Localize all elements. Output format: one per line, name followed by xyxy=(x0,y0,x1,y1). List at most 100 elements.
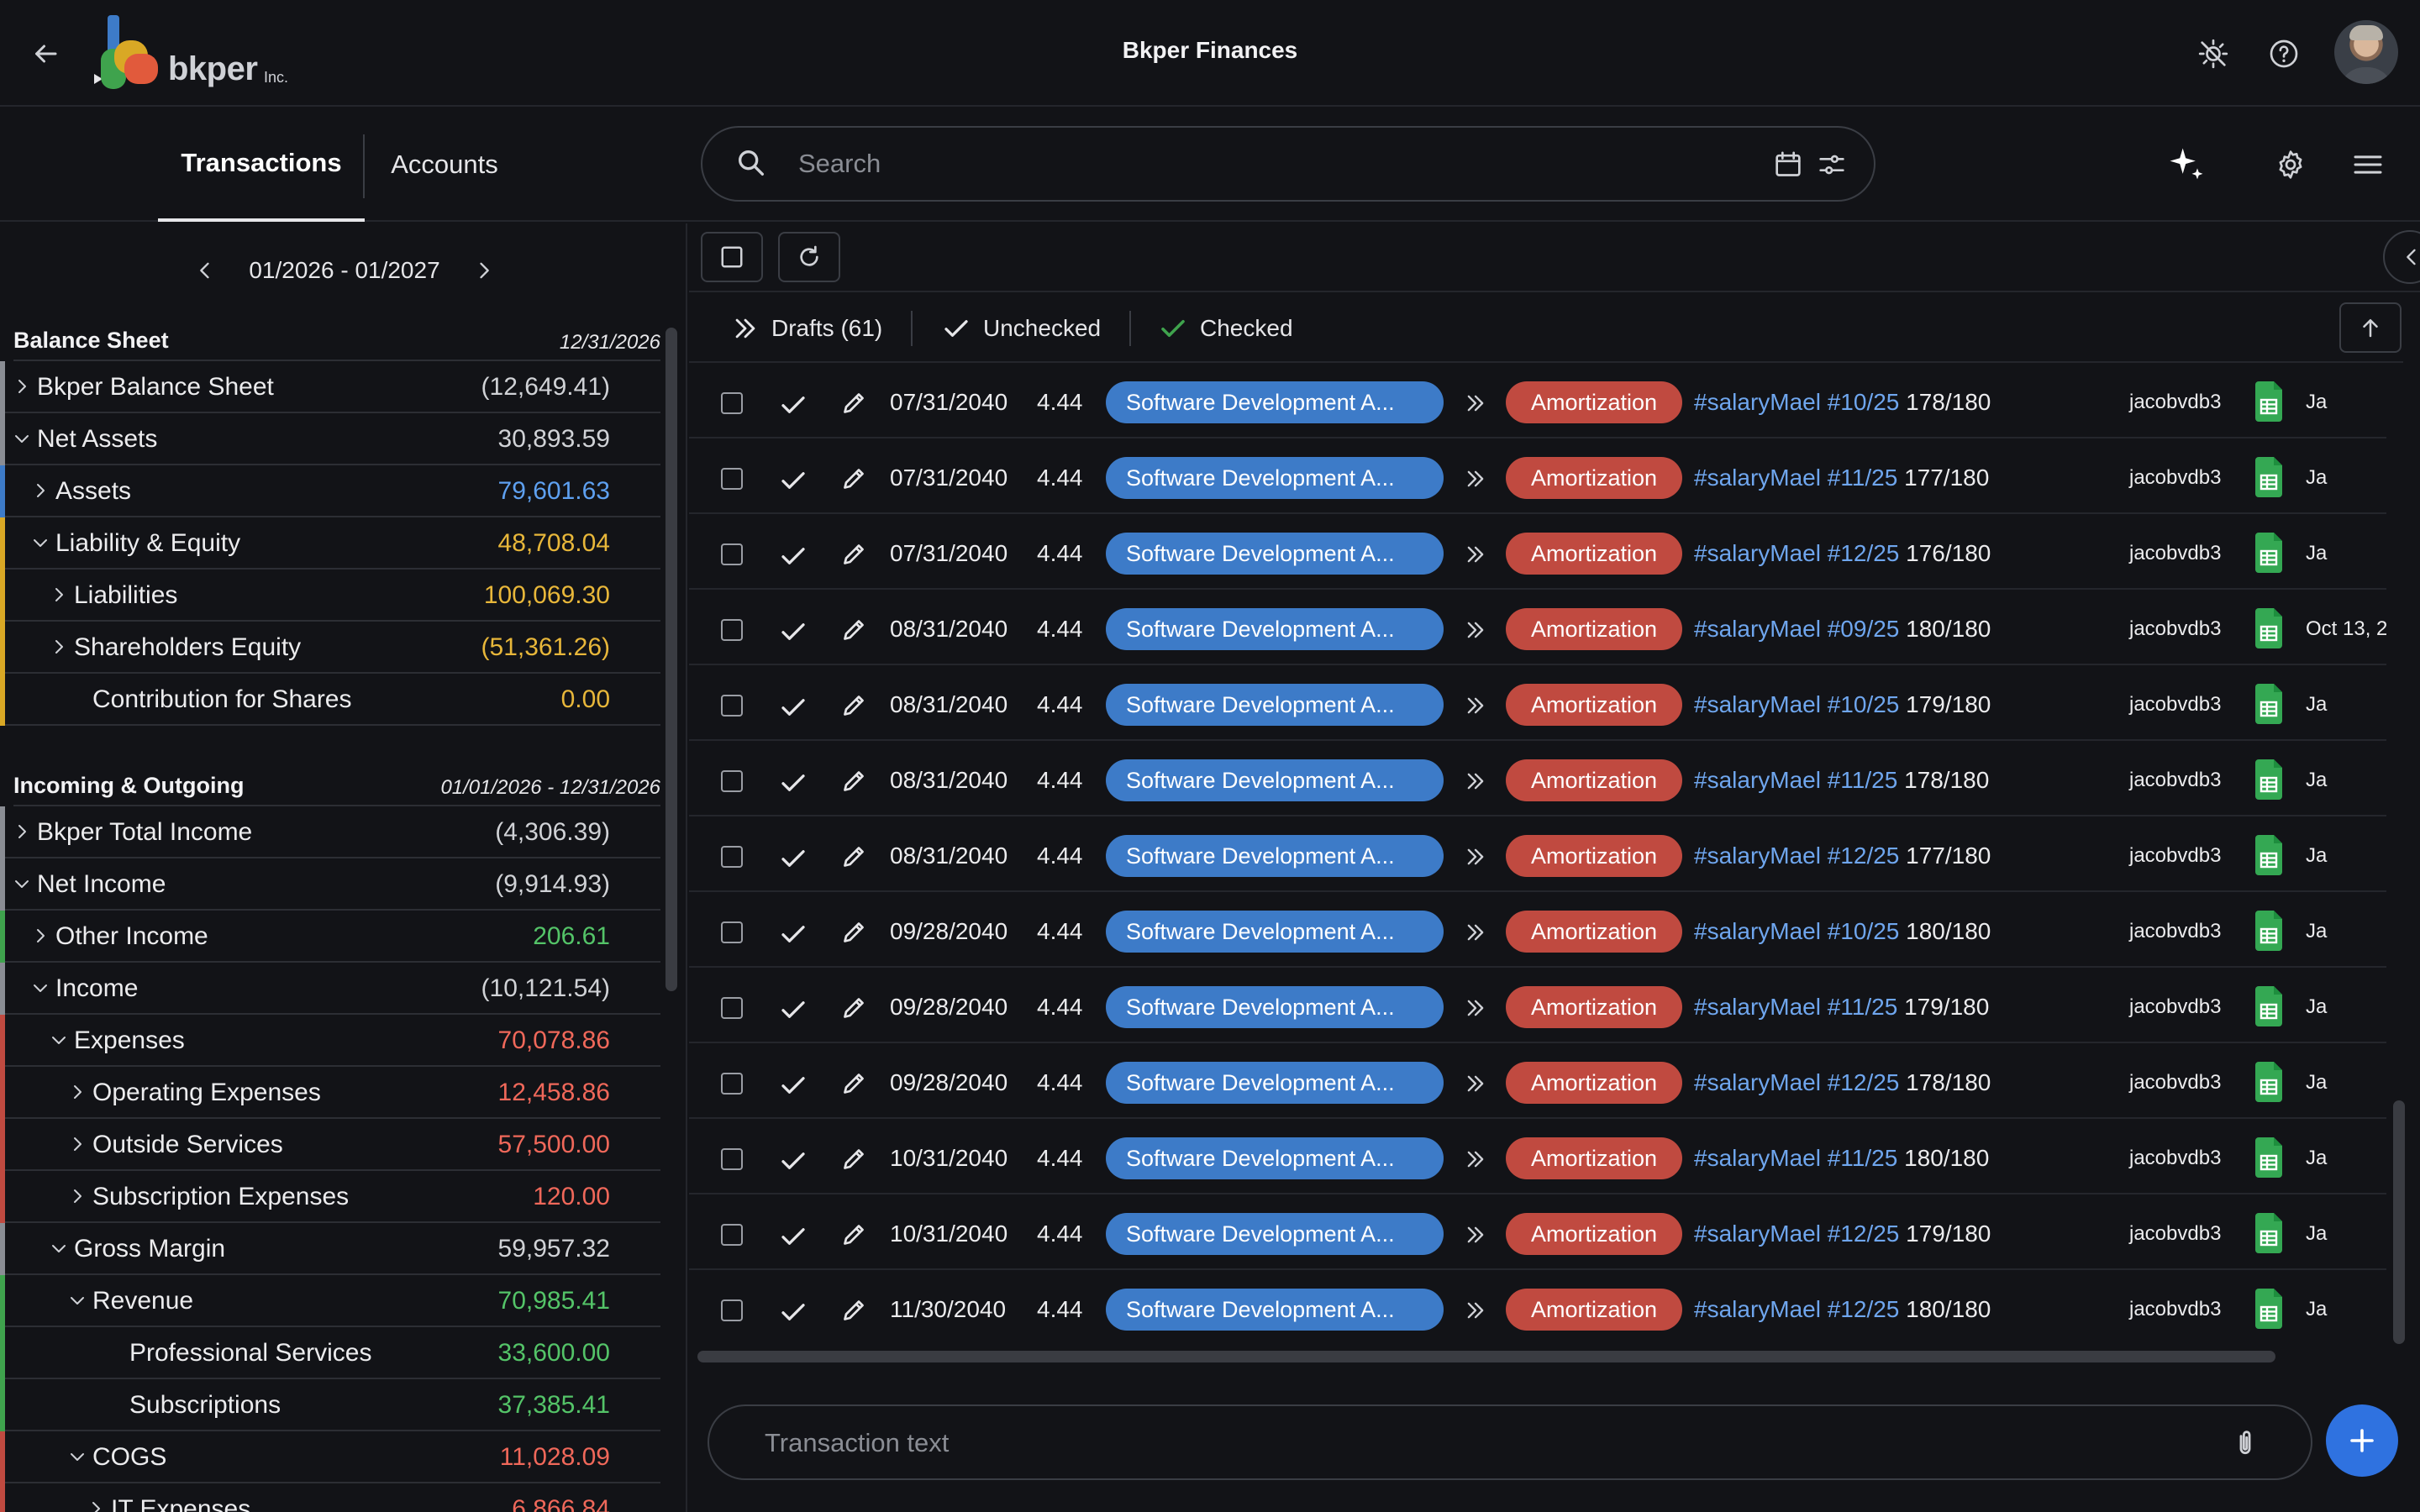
check-icon[interactable] xyxy=(778,1221,808,1252)
hashtag[interactable]: #09/25 xyxy=(1828,616,1900,642)
account-row[interactable]: Liability & Equity 48,708.04 xyxy=(0,517,660,570)
from-account-chip[interactable]: Software Development A... xyxy=(1106,1289,1444,1331)
theme-toggle-button[interactable] xyxy=(2193,34,2233,74)
select-all-button[interactable] xyxy=(701,232,763,282)
to-account-chip[interactable]: Amortization xyxy=(1506,1137,1682,1179)
list-scrollbar[interactable] xyxy=(2393,1100,2405,1344)
check-icon[interactable] xyxy=(778,919,808,949)
hashtag[interactable]: #12/25 xyxy=(1828,1069,1900,1095)
to-account-chip[interactable]: Amortization xyxy=(1506,986,1682,1028)
account-row[interactable]: Operating Expenses 12,458.86 xyxy=(0,1067,660,1119)
pencil-icon[interactable] xyxy=(839,690,869,721)
account-row[interactable]: Bkper Total Income (4,306.39) xyxy=(0,806,660,858)
hashtag[interactable]: #12/25 xyxy=(1828,843,1900,869)
transaction-input-bar[interactable] xyxy=(708,1404,2312,1480)
check-icon[interactable] xyxy=(778,768,808,798)
sheet-icon[interactable] xyxy=(2254,608,2284,648)
unchecked-filter[interactable]: Unchecked xyxy=(941,312,1101,344)
account-row[interactable]: Net Income (9,914.93) xyxy=(0,858,660,911)
book-title[interactable]: Bkper Finances xyxy=(1092,37,1328,64)
chevron-down-icon[interactable] xyxy=(30,978,50,998)
hashtag[interactable]: #10/25 xyxy=(1828,918,1900,944)
chevron-down-icon[interactable] xyxy=(12,874,32,894)
tab-accounts[interactable]: Accounts xyxy=(365,108,524,222)
hashtag[interactable]: #12/25 xyxy=(1828,1221,1900,1247)
hashtag[interactable]: #salaryMael xyxy=(1694,389,1821,415)
hashtag[interactable]: #10/25 xyxy=(1828,389,1900,415)
check-icon[interactable] xyxy=(778,692,808,722)
from-account-chip[interactable]: Software Development A... xyxy=(1106,457,1444,499)
to-account-chip[interactable]: Amortization xyxy=(1506,457,1682,499)
from-account-chip[interactable]: Software Development A... xyxy=(1106,986,1444,1028)
hashtag[interactable]: #salaryMael xyxy=(1694,1221,1821,1247)
hashtag[interactable]: #salaryMael xyxy=(1694,465,1821,491)
transaction-row[interactable]: 11/30/2040 4.44 Software Development A... A… xyxy=(689,1270,2386,1344)
row-checkbox[interactable] xyxy=(721,921,743,943)
row-checkbox[interactable] xyxy=(721,1224,743,1246)
pencil-icon[interactable] xyxy=(839,388,869,418)
to-account-chip[interactable]: Amortization xyxy=(1506,911,1682,953)
pencil-icon[interactable] xyxy=(839,766,869,796)
sheet-icon[interactable] xyxy=(2254,1062,2284,1102)
sheet-icon[interactable] xyxy=(2254,759,2284,800)
check-icon[interactable] xyxy=(778,995,808,1025)
from-account-chip[interactable]: Software Development A... xyxy=(1106,1213,1444,1255)
hashtag[interactable]: #salaryMael xyxy=(1694,994,1821,1020)
scroll-to-top-button[interactable] xyxy=(2339,302,2402,353)
chevron-right-icon[interactable] xyxy=(67,1186,87,1206)
chevron-right-icon[interactable] xyxy=(67,1082,87,1102)
add-transaction-button[interactable] xyxy=(2326,1404,2398,1477)
transaction-text-input[interactable] xyxy=(765,1420,2109,1467)
row-checkbox[interactable] xyxy=(721,997,743,1019)
sheet-icon[interactable] xyxy=(2254,1137,2284,1178)
search-bar[interactable] xyxy=(701,126,1876,202)
hashtag[interactable]: #salaryMael xyxy=(1694,1069,1821,1095)
row-checkbox[interactable] xyxy=(721,770,743,792)
from-account-chip[interactable]: Software Development A... xyxy=(1106,684,1444,726)
settings-button[interactable] xyxy=(2267,141,2314,188)
search-input[interactable] xyxy=(798,139,1639,188)
to-account-chip[interactable]: Amortization xyxy=(1506,684,1682,726)
account-row[interactable]: Subscription Expenses 120.00 xyxy=(0,1171,660,1223)
pencil-icon[interactable] xyxy=(839,1220,869,1250)
hashtag[interactable]: #salaryMael xyxy=(1694,918,1821,944)
back-button[interactable] xyxy=(25,34,66,74)
hashtag[interactable]: #10/25 xyxy=(1828,691,1900,717)
period-next-icon[interactable] xyxy=(472,259,496,282)
chevron-right-icon[interactable] xyxy=(30,926,50,946)
chevron-down-icon[interactable] xyxy=(67,1290,87,1310)
check-icon[interactable] xyxy=(778,390,808,420)
sheet-icon[interactable] xyxy=(2254,835,2284,875)
transaction-row[interactable]: 10/31/2040 4.44 Software Development A... A… xyxy=(689,1194,2386,1270)
row-checkbox[interactable] xyxy=(721,846,743,868)
horizontal-scrollbar[interactable] xyxy=(697,1351,2275,1362)
account-row[interactable]: Professional Services 33,600.00 xyxy=(0,1327,660,1379)
transaction-row[interactable]: 08/31/2040 4.44 Software Development A... A… xyxy=(689,816,2386,892)
drafts-filter[interactable]: Drafts (61) xyxy=(731,312,882,344)
hashtag[interactable]: #salaryMael xyxy=(1694,767,1821,793)
chevron-right-icon[interactable] xyxy=(67,1134,87,1154)
hashtag[interactable]: #12/25 xyxy=(1828,1296,1900,1322)
pencil-icon[interactable] xyxy=(839,1295,869,1326)
hashtag[interactable]: #salaryMael xyxy=(1694,843,1821,869)
to-account-chip[interactable]: Amortization xyxy=(1506,381,1682,423)
chevron-down-icon[interactable] xyxy=(12,428,32,449)
transaction-row[interactable]: 08/31/2040 4.44 Software Development A... A… xyxy=(689,741,2386,816)
account-row[interactable]: Other Income 206.61 xyxy=(0,911,660,963)
row-checkbox[interactable] xyxy=(721,1073,743,1095)
account-row[interactable]: Bkper Balance Sheet (12,649.41) xyxy=(0,361,660,413)
from-account-chip[interactable]: Software Development A... xyxy=(1106,608,1444,650)
check-icon[interactable] xyxy=(778,617,808,647)
pencil-icon[interactable] xyxy=(839,842,869,872)
ai-assistant-button[interactable] xyxy=(2163,141,2210,188)
hashtag[interactable]: #salaryMael xyxy=(1694,540,1821,566)
row-checkbox[interactable] xyxy=(721,695,743,717)
to-account-chip[interactable]: Amortization xyxy=(1506,1062,1682,1104)
account-row[interactable]: Contribution for Shares 0.00 xyxy=(0,674,660,726)
account-row[interactable]: Outside Services 57,500.00 xyxy=(0,1119,660,1171)
period-prev-icon[interactable] xyxy=(193,259,217,282)
sheet-icon[interactable] xyxy=(2254,1213,2284,1253)
hashtag[interactable]: #salaryMael xyxy=(1694,1296,1821,1322)
account-row[interactable]: Expenses 70,078.86 xyxy=(0,1015,660,1067)
account-row[interactable]: Income (10,121.54) xyxy=(0,963,660,1015)
